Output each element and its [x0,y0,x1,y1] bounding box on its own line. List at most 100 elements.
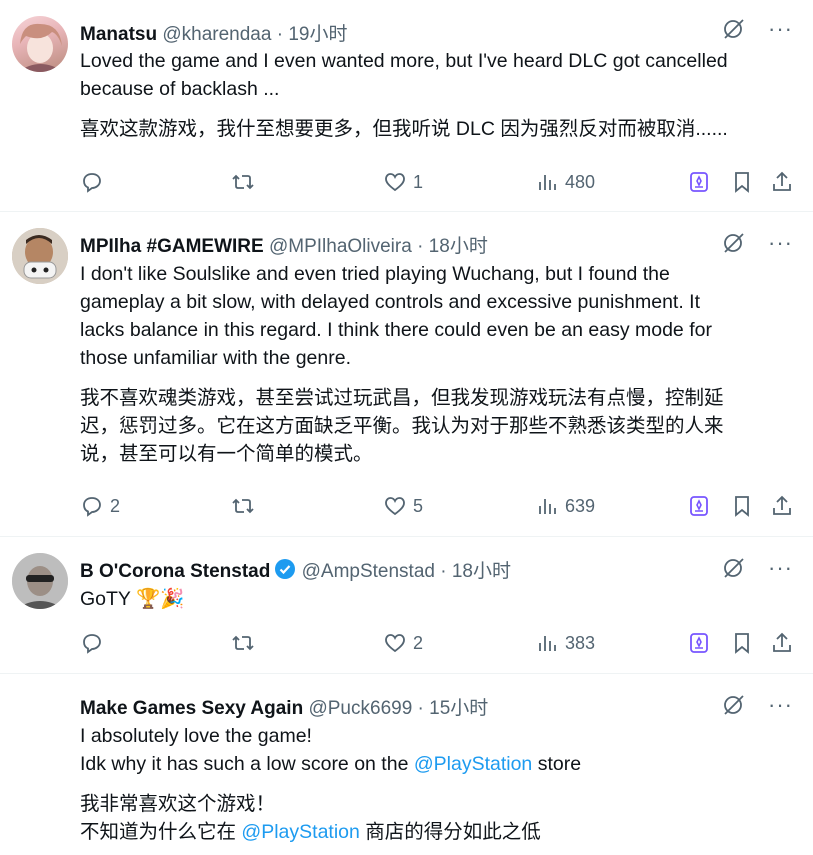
timestamp[interactable]: · 18小时 [417,236,488,257]
display-name[interactable]: B O'Corona Stenstad [80,561,270,582]
reply-count: 2 [110,495,121,516]
tweet-header: B O'Corona Stenstad @AmpStenstad · 18小时 [80,556,511,583]
retweet-button[interactable] [230,167,256,197]
grok-icon [690,633,708,653]
timestamp[interactable]: · 15小时 [418,698,489,719]
tweet-header: MPIlha #GAMEWIRE @MPIlhaOliveira · 18小时 [80,231,488,258]
more-icon[interactable]: ··· [768,232,793,254]
grok-icon[interactable] [722,556,746,580]
avatar-image [12,228,68,284]
trophy-emoji: 🏆 [136,588,161,610]
action-bar: 1 480 [80,167,800,197]
reply-icon [83,497,101,517]
retweet-button[interactable] [230,491,256,521]
tweet[interactable]: Make Games Sexy Again @Puck6699 · 15小时 ·… [0,674,813,855]
grok-button[interactable] [687,491,711,521]
bookmark-button[interactable] [730,491,754,521]
user-handle[interactable]: @MPIlhaOliveira [269,236,412,257]
views-icon [539,175,556,190]
avatar-image [18,23,64,72]
more-icon[interactable]: ··· [768,18,793,40]
retweet-icon [232,635,254,651]
text-line: Idk why it has such a low score on the @… [80,753,582,775]
grok-icon[interactable] [722,231,746,255]
grok-icon[interactable] [722,693,746,717]
mention-link[interactable]: @PlayStation [414,753,532,775]
bookmark-icon [735,633,749,654]
share-button[interactable] [770,167,794,197]
translation-text: 不知道为什么它在 @PlayStation 商店的得分如此之低 [80,821,541,843]
like-icon [385,173,405,192]
display-name[interactable]: Manatsu [80,24,157,45]
tweet-header: Make Games Sexy Again @Puck6699 · 15小时 [80,693,488,720]
views-button[interactable]: 480 [535,167,595,197]
tweet-header: Manatsu @kharendaa · 19小时 [80,19,347,46]
text-line: those unfamiliar with the genre. [80,347,351,369]
action-bar: 2 5 639 [80,491,800,521]
share-icon [773,495,791,515]
like-icon [385,634,405,653]
reply-button[interactable] [80,628,110,658]
display-name[interactable]: Make Games Sexy Again [80,698,303,719]
like-icon [385,497,405,516]
bookmark-icon [735,496,749,517]
avatar[interactable] [12,553,68,609]
tweet-text: Loved the game and I even wanted more, b… [80,47,785,143]
tweet-text: I absolutely love the game! Idk why it h… [80,722,785,846]
share-icon [773,632,791,652]
reply-icon [83,173,101,193]
tweet[interactable]: Manatsu @kharendaa · 19小时 ··· Loved the … [0,0,813,212]
retweet-icon [232,174,254,190]
reply-button[interactable]: 2 [80,491,120,521]
like-button[interactable]: 5 [383,491,423,521]
translation-text: 喜欢这款游戏，我什至想要更多，但我听说 DLC 因为强烈反对而被取消...... [80,118,728,140]
timestamp[interactable]: · 19小时 [277,24,348,45]
text-line: because of backlash ... [80,78,280,100]
tweet-text: I don't like Soulslike and even tried pl… [80,260,785,468]
translation-text: 我非常喜欢这个游戏！ [80,793,276,815]
view-count: 480 [565,171,596,192]
translation-text: 我不喜欢魂类游戏，甚至尝试过玩武昌，但我发现游戏玩法有点慢，控制延 [80,387,724,409]
more-icon[interactable]: ··· [768,557,793,579]
bookmark-icon [735,172,749,193]
share-button[interactable] [770,628,794,658]
user-handle[interactable]: @AmpStenstad [302,561,435,582]
user-handle[interactable]: @kharendaa [162,24,271,45]
avatar[interactable] [12,16,68,72]
view-count: 639 [565,495,596,516]
text-line: I don't like Soulslike and even tried pl… [80,263,670,285]
bookmark-button[interactable] [730,628,754,658]
grok-icon[interactable] [722,17,746,41]
tweet[interactable]: MPIlha #GAMEWIRE @MPIlhaOliveira · 18小时 … [0,212,813,537]
text-line: Loved the game and I even wanted more, b… [80,50,728,72]
share-button[interactable] [770,491,794,521]
avatar[interactable] [12,228,68,284]
tweet[interactable]: B O'Corona Stenstad @AmpStenstad · 18小时 … [0,537,813,674]
text-line: gameplay a bit slow, with delayed contro… [80,291,701,313]
verified-badge-icon [275,559,296,579]
text-line: GoTY [80,588,131,610]
mention-link[interactable]: @PlayStation [241,821,359,843]
tweet-tools: ··· [722,693,793,717]
grok-button[interactable] [687,167,711,197]
views-button[interactable]: 639 [535,491,595,521]
reply-button[interactable] [80,167,110,197]
action-bar: 2 383 [80,628,800,658]
tweet-tools: ··· [722,17,793,41]
grok-icon [690,496,708,516]
display-name[interactable]: MPIlha #GAMEWIRE [80,236,264,257]
views-button[interactable]: 383 [535,628,595,658]
party-popper-emoji: 🎉 [160,588,185,610]
like-button[interactable]: 1 [383,167,423,197]
timestamp[interactable]: · 18小时 [440,561,511,582]
tweet-tools: ··· [722,556,793,580]
user-handle[interactable]: @Puck6699 [308,698,412,719]
like-button[interactable]: 2 [383,628,423,658]
more-icon[interactable]: ··· [768,694,793,716]
retweet-button[interactable] [230,628,256,658]
like-count: 2 [413,632,424,653]
text-line: I absolutely love the game! [80,725,312,747]
grok-button[interactable] [687,628,711,658]
bookmark-button[interactable] [730,167,754,197]
like-count: 1 [413,171,424,192]
